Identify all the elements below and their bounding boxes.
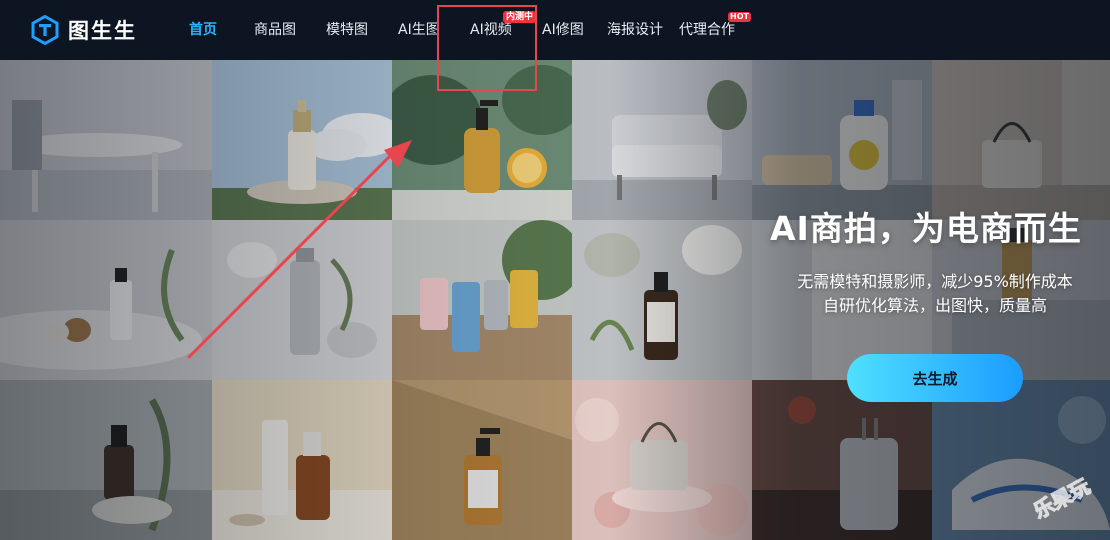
hero-subtitle: 无需模特和摄影师，减少95%制作成本 自研优化算法，出图快，质量高 bbox=[755, 270, 1110, 318]
tile-handbag-curtain bbox=[932, 60, 1110, 220]
nav-item-ai-retouch[interactable]: AI修图 bbox=[542, 20, 584, 40]
tile-white-table bbox=[0, 60, 212, 220]
generate-button[interactable]: 去生成 bbox=[847, 354, 1023, 402]
nav-item-home[interactable]: 首页 bbox=[189, 20, 217, 40]
tile-detergent bbox=[752, 60, 932, 220]
beta-badge: 内测中 bbox=[503, 11, 537, 23]
tile-orange-bottle bbox=[392, 60, 572, 220]
tile-grey-chair bbox=[572, 60, 752, 220]
hero-subtitle-line-2: 自研优化算法，出图快，质量高 bbox=[822, 296, 1047, 315]
nav-item-product-photos[interactable]: 商品图 bbox=[254, 20, 296, 40]
tile-amber-pump-bottle bbox=[392, 380, 572, 540]
hero-title: AI商拍，为电商而生 bbox=[770, 209, 1082, 248]
t-logo-icon bbox=[31, 15, 59, 45]
tile-dropper-flowers bbox=[572, 220, 752, 380]
tile-silver-bottle bbox=[212, 220, 392, 380]
nav-item-ai-image[interactable]: AI生图 bbox=[398, 20, 440, 40]
hero-subtitle-line-1: 无需模特和摄影师，减少95%制作成本 bbox=[797, 272, 1073, 291]
nav-item-model-photos[interactable]: 模特图 bbox=[326, 20, 368, 40]
tile-dropper-leaves bbox=[0, 380, 212, 540]
tile-sneaker bbox=[932, 380, 1110, 540]
tile-suitcase bbox=[752, 380, 932, 540]
tile-cups bbox=[392, 220, 572, 380]
brand-name: 图生生 bbox=[68, 19, 137, 43]
hot-badge: HOT bbox=[728, 12, 751, 22]
nav-item-agency[interactable]: 代理合作 bbox=[679, 20, 735, 40]
tile-serum-clouds bbox=[212, 60, 392, 220]
nav-item-ai-video[interactable]: AI视频 bbox=[470, 20, 512, 40]
tile-pink-bubbles-bag bbox=[572, 380, 752, 540]
tile-tube-and-bottle bbox=[212, 380, 392, 540]
tile-white-bottle-stand bbox=[0, 220, 212, 380]
nav-item-poster-design[interactable]: 海报设计 bbox=[607, 20, 663, 40]
logo[interactable]: 图生生 bbox=[30, 14, 137, 46]
top-nav: 图生生 首页 商品图 模特图 AI生图 AI视频 内测中 AI修图 海报设计 代… bbox=[0, 0, 1110, 60]
